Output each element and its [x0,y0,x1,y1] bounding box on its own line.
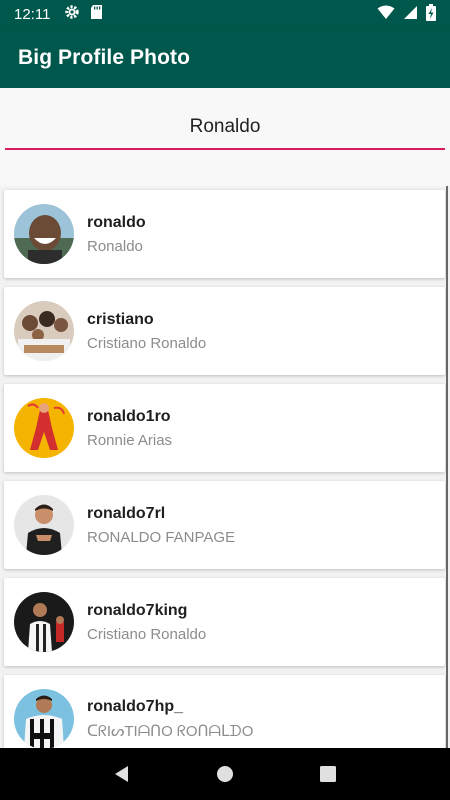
result-username: cristiano [87,310,154,328]
result-card[interactable]: ronaldo7hp_ ᑕᖇIᔕTIᗩᑎO ᖇOᑎᗩᒪᗪO [4,675,445,748]
avatar [14,398,74,458]
app-bar: Big Profile Photo [0,28,450,88]
result-fullname: RONALDO FANPAGE [87,528,236,546]
avatar [14,204,74,264]
search-input[interactable] [5,106,445,150]
navigation-bar [0,748,450,800]
recents-icon[interactable] [308,754,348,794]
result-username: ronaldo7rl [87,504,166,522]
avatar [14,301,74,361]
avatar [14,689,74,748]
result-fullname: Cristiano Ronaldo [87,334,207,352]
sd-card-icon [90,4,103,24]
avatar [14,495,74,555]
search-area [0,88,450,186]
home-icon[interactable] [205,754,245,794]
result-username: ronaldo7king [87,601,188,619]
screen: 12:11 Big Profile Photo Ronaldo ronaldo … [0,0,450,800]
status-time: 12:11 [14,5,51,23]
result-card[interactable]: ronaldo1ro Ronnie Arias [4,384,445,472]
scrollbar[interactable] [446,186,448,748]
result-fullname: Ronnie Arias [87,431,173,449]
result-fullname: ᑕᖇIᔕTIᗩᑎO ᖇOᑎᗩᒪᗪO [87,723,254,740]
result-fullname: Ronaldo [87,237,143,255]
back-icon[interactable] [102,754,142,794]
signal-icon [403,5,418,24]
gear-icon [64,4,80,24]
result-username: ronaldo [87,213,146,231]
battery-charging-icon [426,3,436,25]
result-username: ronaldo7hp_ [87,698,184,715]
results-list[interactable]: ronaldo Ronaldo cristiano Cristiano Rona… [0,186,450,748]
result-card[interactable]: ronaldo Ronaldo [4,190,445,278]
result-fullname: Cristiano Ronaldo [87,625,207,643]
app-title: Big Profile Photo [18,46,191,69]
status-bar: 12:11 [0,0,450,28]
result-username: ronaldo1ro [87,407,171,425]
result-card[interactable]: cristiano Cristiano Ronaldo [4,287,445,375]
avatar [14,592,74,652]
result-card[interactable]: ronaldo7rl RONALDO FANPAGE [4,481,445,569]
wifi-icon [377,5,395,24]
result-card[interactable]: ronaldo7king Cristiano Ronaldo [4,578,445,666]
